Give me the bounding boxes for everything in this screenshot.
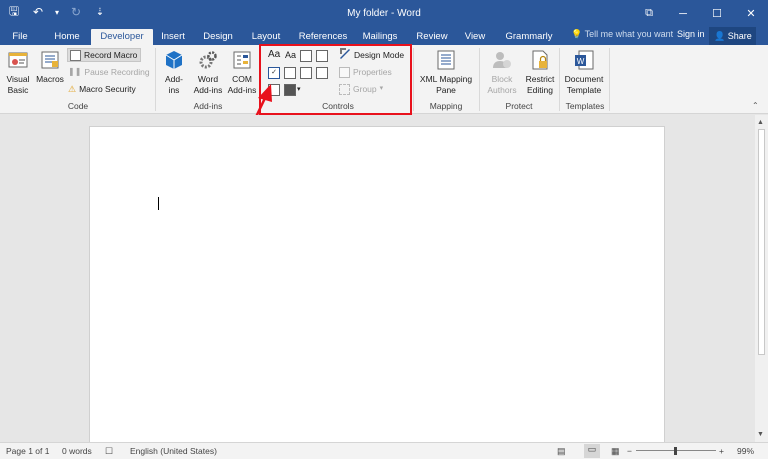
web-layout-icon[interactable]: ▦ xyxy=(611,446,620,457)
read-mode-icon[interactable]: ▤ xyxy=(557,446,566,457)
scrollbar-thumb[interactable] xyxy=(758,129,765,355)
print-layout-icon[interactable]: ▭ xyxy=(584,444,600,458)
scroll-up-icon[interactable]: ▲ xyxy=(757,119,764,126)
proofing-icon[interactable]: ☐ xyxy=(105,446,113,457)
zoom-slider-thumb[interactable] xyxy=(674,447,677,455)
language-indicator[interactable]: English (United States) xyxy=(130,446,217,456)
document-area xyxy=(0,115,755,446)
word-count[interactable]: 0 words xyxy=(62,446,92,456)
zoom-level[interactable]: 99% xyxy=(737,446,754,456)
zoom-in-button[interactable]: + xyxy=(719,446,724,456)
scroll-down-icon[interactable]: ▼ xyxy=(757,431,764,438)
document-page[interactable] xyxy=(89,126,665,446)
zoom-out-button[interactable]: − xyxy=(627,446,632,456)
page-count[interactable]: Page 1 of 1 xyxy=(6,446,49,456)
status-bar: Page 1 of 1 0 words ☐ English (United St… xyxy=(0,442,768,459)
arrow-head xyxy=(258,84,272,102)
text-cursor xyxy=(158,197,159,210)
vertical-scrollbar[interactable]: ▲ ▼ xyxy=(755,115,768,442)
